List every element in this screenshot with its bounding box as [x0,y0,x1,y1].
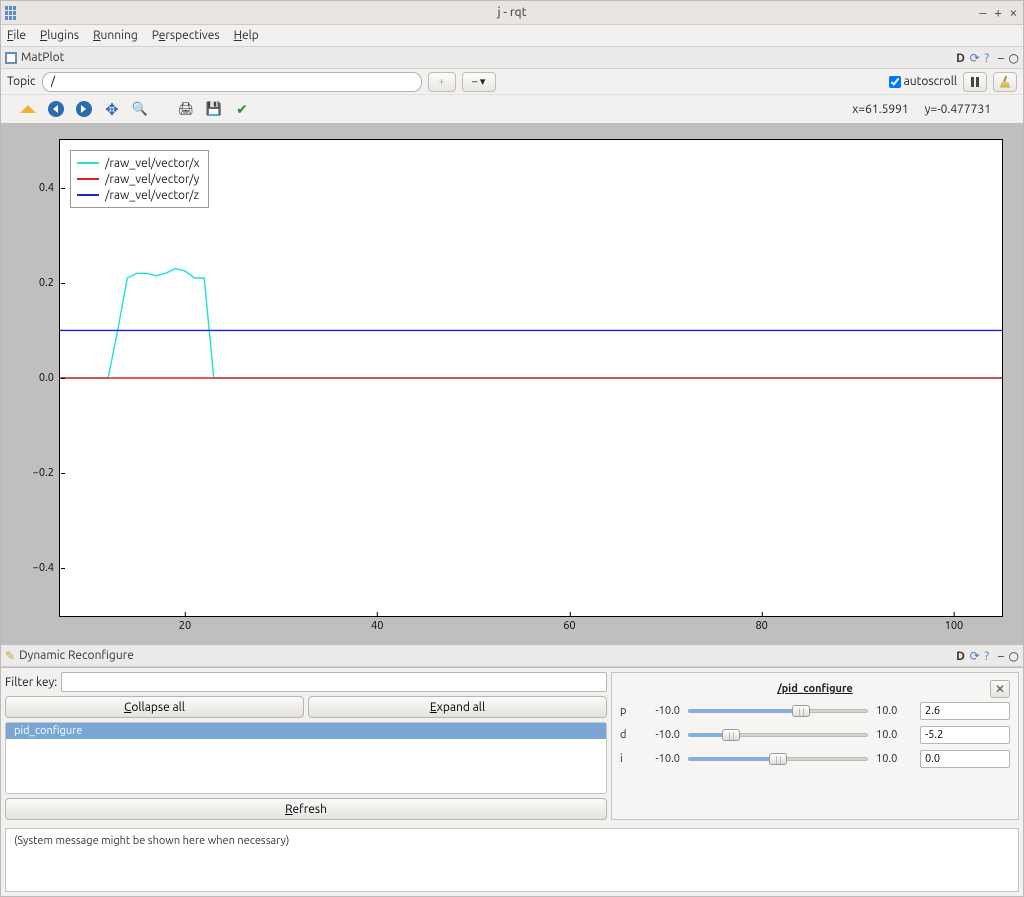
filter-label: Filter key: [5,676,57,689]
y-tick: 0.4 [22,182,60,194]
legend-label: /raw_vel/vector/z [105,189,199,202]
panel-help-icon[interactable]: ? [984,650,989,663]
y-tick: −0.4 [22,562,60,574]
param-hi: 10.0 [876,753,912,765]
panel-close-button[interactable]: ○ [1009,650,1019,663]
coord-y: y=-0.477731 [925,103,991,116]
param-row-i: i -10.0 10.0 [620,747,1010,771]
coord-x: x=61.5991 [852,103,908,116]
panel-d-button[interactable]: D [956,650,965,663]
y-tick: 0.2 [22,277,60,289]
legend-label: /raw_vel/vector/y [105,173,199,186]
print-icon[interactable] [177,100,195,118]
menu-running[interactable]: Running [93,29,138,42]
plot-area: /raw_vel/vector/x /raw_vel/vector/y /raw… [1,123,1023,645]
param-slider-p[interactable] [688,704,868,718]
param-label: d [620,729,636,741]
panel-settings-icon[interactable]: ⟳ [970,649,980,663]
param-lo: -10.0 [644,753,680,765]
zoom-icon[interactable] [131,100,149,118]
mpl-toolbar: ✥ x=61.5991 y=-0.477731 [1,95,1023,123]
window-maximize-button[interactable]: + [995,6,1002,20]
window-title: j - rqt [497,6,526,19]
topic-label: Topic [7,75,36,88]
system-message: (System message might be shown here when… [5,828,1019,892]
home-icon[interactable] [19,100,37,118]
filter-input[interactable] [61,672,607,692]
legend-line-z-icon [77,194,99,196]
panel-minimize-button[interactable]: – [998,650,1004,663]
x-tick: 100 [945,616,964,632]
panel-d-button[interactable]: D [956,52,965,65]
remove-topic-button[interactable]: – ▾ [462,72,496,92]
x-tick: 60 [563,616,575,632]
matplot-icon [5,52,17,64]
y-tick: 0.0 [22,372,60,384]
param-value-i[interactable] [920,750,1010,768]
check-icon[interactable] [233,100,251,118]
back-icon[interactable] [47,100,65,118]
forward-icon[interactable] [75,100,93,118]
menu-help[interactable]: Help [234,29,259,42]
panel-minimize-button[interactable]: – [998,52,1004,65]
param-slider-d[interactable] [688,728,868,742]
node-tree[interactable]: pid_configure [5,722,607,794]
refresh-button[interactable]: Refresh [5,798,607,820]
param-hi: 10.0 [876,705,912,717]
window-close-button[interactable]: × [1010,6,1017,20]
add-topic-button[interactable]: + [428,72,456,92]
param-value-d[interactable] [920,726,1010,744]
menu-plugins[interactable]: Plugins [40,29,79,42]
param-row-p: p -10.0 10.0 [620,699,1010,723]
param-panel-close-button[interactable]: ✕ [990,680,1010,698]
menu-perspectives[interactable]: Perspectives [152,29,220,42]
legend-line-y-icon [77,178,99,180]
pause-button[interactable] [963,72,987,92]
panel-close-button[interactable]: ○ [1009,52,1019,65]
dynrec-title: Dynamic Reconfigure [19,649,134,662]
legend-label: /raw_vel/vector/x [105,157,200,170]
window-minimize-button[interactable]: – [979,6,986,20]
panel-help-icon[interactable]: ? [984,52,989,65]
app-icon [5,6,19,20]
x-tick: 20 [179,616,191,632]
save-icon[interactable] [205,100,223,118]
param-slider-i[interactable] [688,752,868,766]
legend-line-x-icon [77,162,99,164]
clear-button[interactable] [993,72,1017,92]
y-tick: −0.2 [22,467,60,479]
autoscroll-checkbox[interactable]: autoscroll [889,75,957,88]
menubar: File Plugins Running Perspectives Help [1,25,1023,47]
x-tick: 40 [371,616,383,632]
titlebar: j - rqt – + × [1,1,1023,25]
dynrec-icon: ✎ [5,649,15,663]
param-panel: /pid_configure ✕ p -10.0 10.0 d -10.0 10… [611,672,1019,820]
topic-input[interactable] [42,72,422,92]
param-value-p[interactable] [920,702,1010,720]
legend: /raw_vel/vector/x /raw_vel/vector/y /raw… [70,150,209,208]
param-lo: -10.0 [644,729,680,741]
param-label: p [620,705,636,717]
tree-item-pid-configure[interactable]: pid_configure [6,723,606,739]
param-hi: 10.0 [876,729,912,741]
collapse-all-button[interactable]: Collapse all [5,696,304,718]
param-panel-title: /pid_configure [777,683,853,695]
dynrec-panel-header: ✎ Dynamic Reconfigure D ⟳ ? – ○ [1,645,1023,667]
panel-settings-icon[interactable]: ⟳ [970,51,980,65]
move-icon[interactable]: ✥ [103,100,121,118]
matplot-title: MatPlot [21,51,64,64]
param-lo: -10.0 [644,705,680,717]
menu-file[interactable]: File [7,29,26,42]
matplot-panel-header: MatPlot D ⟳ ? – ○ [1,47,1023,69]
x-tick: 80 [755,616,767,632]
param-label: i [620,753,636,765]
param-row-d: d -10.0 10.0 [620,723,1010,747]
expand-all-button[interactable]: Expand all [308,696,607,718]
